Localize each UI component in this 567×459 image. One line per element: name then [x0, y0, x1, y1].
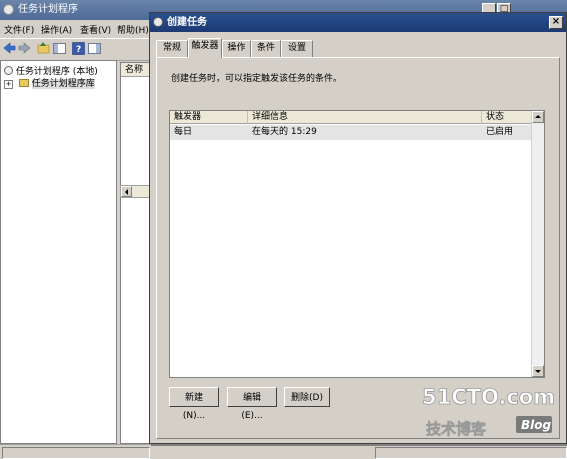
forward-icon[interactable] [17, 41, 32, 56]
column-header-status[interactable]: 状态 [482, 111, 532, 124]
clock-icon [153, 17, 163, 27]
menu-help[interactable]: 帮助(H) [117, 23, 149, 36]
delete-trigger-button[interactable]: 删除(D) [284, 387, 330, 407]
tab-actions[interactable]: 操作 [222, 40, 251, 57]
scroll-up-icon[interactable] [532, 111, 544, 123]
tab-conditions[interactable]: 条件 [251, 40, 281, 57]
watermark-caption: 技术博客 [426, 420, 487, 438]
list-header-name[interactable]: 名称 [121, 63, 151, 77]
status-segment [2, 447, 150, 459]
expand-icon[interactable]: + [4, 80, 13, 89]
scroll-down-icon[interactable] [532, 365, 544, 377]
clock-icon [3, 4, 14, 15]
watermark-site: 51CTO.com [422, 385, 555, 409]
cell-trigger: 每日 [174, 127, 193, 137]
up-folder-icon[interactable] [36, 41, 51, 56]
watermark-badge: Blog [521, 418, 552, 432]
trigger-table: 触发器 详细信息 状态 每日 在每天的 15:29 已启用 [169, 110, 545, 378]
menu-file[interactable]: 文件(F) [4, 23, 34, 36]
back-icon[interactable] [2, 41, 17, 56]
close-button[interactable]: × [549, 16, 563, 29]
new-trigger-button[interactable]: 新建(N)... [169, 387, 219, 421]
column-header-trigger[interactable]: 触发器 [170, 111, 248, 124]
column-header-details[interactable]: 详细信息 [248, 111, 482, 124]
tab-settings[interactable]: 设置 [281, 40, 313, 57]
menu-action[interactable]: 操作(A) [41, 23, 72, 36]
tab-general[interactable]: 常规 [156, 40, 188, 57]
tab-triggers[interactable]: 触发器 [188, 38, 222, 58]
cell-details: 在每天的 15:29 [252, 127, 317, 137]
tree-item-library[interactable]: + 任务计划程序库 [4, 76, 95, 89]
table-row[interactable]: 每日 在每天的 15:29 已启用 [170, 125, 532, 140]
help-icon[interactable]: ? [71, 41, 86, 56]
task-list-pane: 名称 [120, 62, 151, 444]
status-segment [375, 447, 567, 459]
scroll-left-icon[interactable] [121, 186, 132, 197]
triggers-description: 创建任务时，可以指定触发该任务的条件。 [171, 74, 343, 84]
folder-icon [18, 79, 29, 87]
horizontal-scrollbar[interactable] [120, 185, 150, 198]
show-hide-action-pane-icon[interactable] [87, 41, 102, 56]
vertical-scrollbar[interactable] [531, 111, 544, 377]
dialog-title: 创建任务 [167, 17, 207, 28]
bg-window-title: 任务计划程序 [18, 4, 78, 15]
watermark-logo: 51CTO.com 技术博客 Blog [422, 385, 556, 439]
cell-status: 已启用 [486, 127, 514, 137]
tree-item-library-label: 任务计划程序库 [31, 79, 95, 89]
svg-text:?: ? [76, 45, 81, 55]
clock-icon [4, 66, 13, 75]
show-hide-tree-icon[interactable] [52, 41, 67, 56]
dialog-titlebar[interactable]: 创建任务 [150, 13, 566, 32]
edit-trigger-button[interactable]: 编辑(E)... [227, 387, 277, 421]
menu-view[interactable]: 查看(V) [80, 23, 111, 36]
status-bar [0, 444, 567, 459]
tree-pane: 任务计划程序 (本地) + 任务计划程序库 [0, 60, 117, 444]
